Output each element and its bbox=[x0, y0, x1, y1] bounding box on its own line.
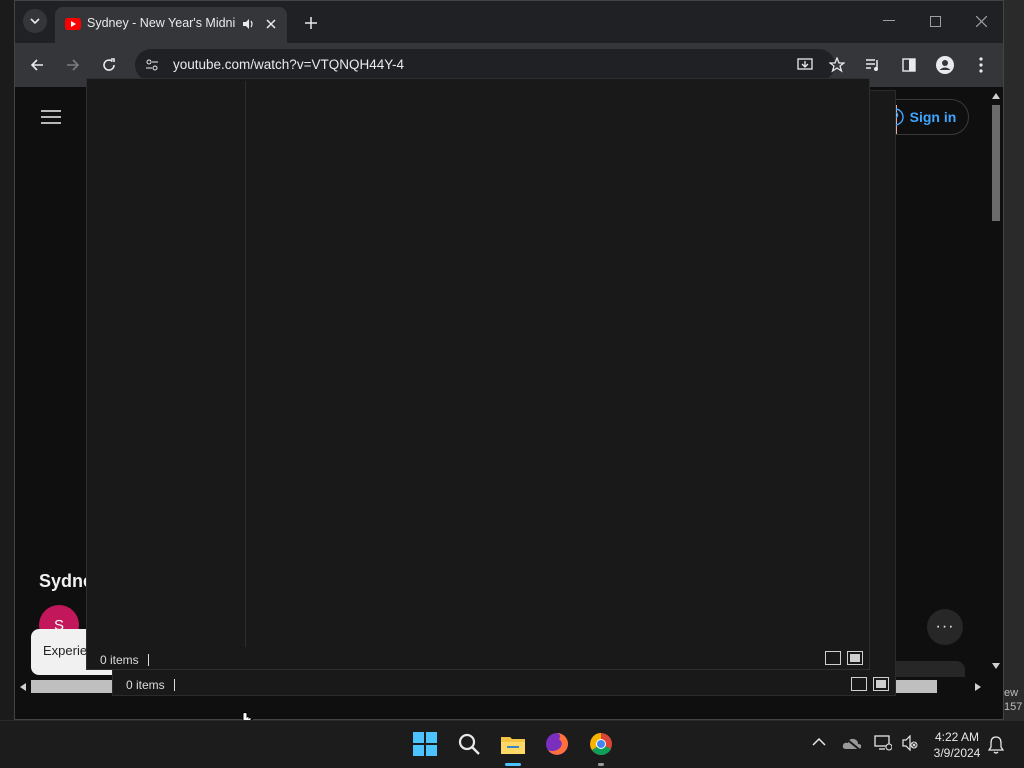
more-actions-button[interactable]: ··· bbox=[927, 609, 963, 645]
close-icon bbox=[266, 19, 276, 29]
status-separator bbox=[174, 679, 175, 691]
media-controls-button[interactable] bbox=[861, 53, 885, 77]
system-clock[interactable]: 4:22 AM 3/9/2024 bbox=[924, 729, 990, 761]
arrow-left-icon bbox=[30, 59, 43, 71]
scroll-down-icon[interactable] bbox=[992, 663, 1000, 669]
profile-button[interactable] bbox=[933, 53, 957, 77]
chevron-up-icon[interactable] bbox=[812, 737, 826, 747]
chrome-menu-button[interactable] bbox=[969, 53, 993, 77]
side-panel-button[interactable] bbox=[897, 53, 921, 77]
scroll-up-icon[interactable] bbox=[992, 93, 1000, 99]
install-app-icon[interactable] bbox=[797, 57, 813, 73]
clock-time: 4:22 AM bbox=[934, 730, 980, 744]
speaker-muted-icon[interactable] bbox=[902, 735, 918, 751]
windows-start-icon[interactable] bbox=[410, 729, 440, 759]
bookmark-star-icon[interactable] bbox=[829, 57, 845, 73]
status-separator bbox=[148, 654, 149, 666]
sign-in-label: Sign in bbox=[909, 109, 957, 125]
large-icons-view-icon[interactable] bbox=[873, 677, 889, 691]
site-settings-icon[interactable] bbox=[145, 58, 159, 72]
video-title: Sydne bbox=[39, 571, 94, 591]
vertical-scroll-thumb[interactable] bbox=[992, 105, 1000, 221]
navigation-pane-divider[interactable] bbox=[245, 81, 246, 647]
item-count: 0 items bbox=[100, 653, 139, 667]
maximize-button[interactable] bbox=[921, 9, 949, 33]
scroll-right-icon[interactable] bbox=[975, 683, 981, 691]
youtube-favicon-icon bbox=[65, 18, 81, 30]
file-explorer-window-front: 0 items bbox=[86, 78, 870, 670]
search-icon[interactable] bbox=[454, 729, 484, 759]
hamburger-menu-icon bbox=[41, 110, 61, 124]
chevron-down-icon bbox=[30, 18, 40, 25]
clock-date: 3/9/2024 bbox=[933, 746, 981, 760]
chrome-icon[interactable] bbox=[586, 729, 616, 759]
back-button[interactable] bbox=[25, 53, 49, 77]
guide-menu-button[interactable] bbox=[39, 105, 63, 129]
taskbar: 4:22 AM 3/9/2024 bbox=[0, 720, 1024, 768]
active-app-indicator bbox=[505, 763, 521, 766]
running-app-indicator bbox=[598, 763, 604, 766]
profile-icon bbox=[936, 56, 954, 74]
audio-playing-icon[interactable] bbox=[241, 17, 255, 31]
notifications-bell-icon[interactable] bbox=[988, 736, 1004, 754]
tab-youtube[interactable]: Sydney - New Year's Midnight bbox=[55, 7, 287, 43]
network-icon[interactable] bbox=[874, 735, 892, 751]
side-panel-icon bbox=[902, 58, 916, 72]
tab-close-button[interactable] bbox=[263, 16, 279, 32]
details-view-icon[interactable] bbox=[825, 651, 841, 665]
queue-music-icon bbox=[866, 59, 878, 71]
desktop-text-2: 157 bbox=[1004, 701, 1023, 713]
tab-search-button[interactable] bbox=[23, 9, 47, 33]
minimize-button[interactable] bbox=[875, 9, 903, 33]
tab-strip: Sydney - New Year's Midnight bbox=[15, 1, 1003, 43]
desktop-left-edge bbox=[0, 0, 14, 720]
reload-icon bbox=[103, 58, 115, 71]
arrow-right-icon bbox=[67, 59, 80, 71]
firefox-icon[interactable] bbox=[542, 729, 572, 759]
reload-button[interactable] bbox=[97, 53, 121, 77]
desktop-text-1: ew bbox=[1004, 687, 1019, 699]
large-icons-view-icon[interactable] bbox=[847, 651, 863, 665]
forward-button[interactable] bbox=[61, 53, 85, 77]
details-view-icon[interactable] bbox=[851, 677, 867, 691]
maximize-icon bbox=[929, 15, 941, 27]
close-icon bbox=[975, 15, 987, 27]
onedrive-icon[interactable] bbox=[842, 735, 862, 751]
plus-icon bbox=[305, 17, 317, 29]
window-close-button[interactable] bbox=[967, 9, 995, 33]
address-bar[interactable]: youtube.com/watch?v=VTQNQH44Y-4 bbox=[135, 49, 845, 81]
file-explorer-icon[interactable] bbox=[498, 729, 528, 759]
new-tab-button[interactable] bbox=[299, 11, 323, 35]
more-vert-icon bbox=[979, 57, 983, 73]
minimize-icon bbox=[883, 20, 895, 21]
vertical-scrollbar[interactable] bbox=[989, 87, 1003, 679]
item-count-back: 0 items bbox=[126, 678, 165, 692]
tab-title: Sydney - New Year's Midnight bbox=[87, 16, 235, 30]
desktop-right-edge: ew 157 bbox=[1004, 0, 1024, 720]
url-text[interactable]: youtube.com/watch?v=VTQNQH44Y-4 bbox=[173, 57, 404, 72]
scroll-left-icon[interactable] bbox=[20, 683, 26, 691]
